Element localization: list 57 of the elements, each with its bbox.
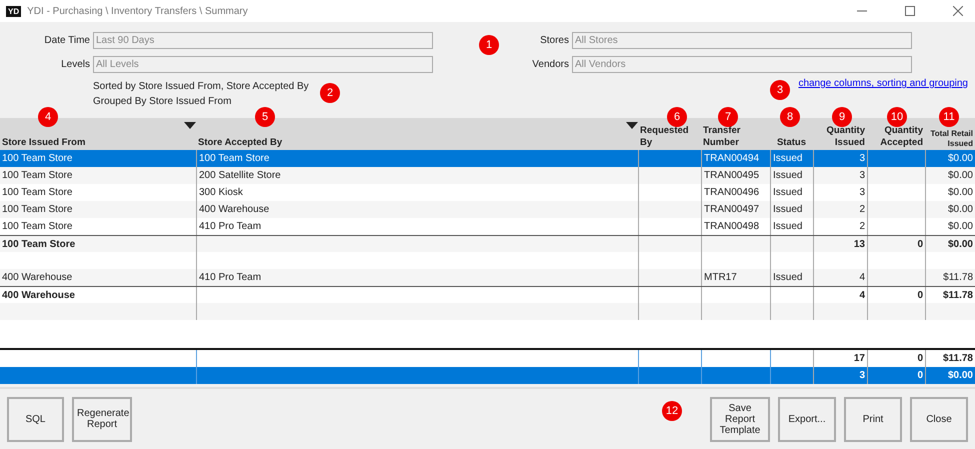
table-row[interactable]: 100 Team Store 100 Team Store TRAN00494 Issued 3 $0.00	[0, 150, 975, 167]
column-header[interactable]: Quantity Accepted	[867, 125, 925, 150]
callout-badge: 3	[770, 80, 790, 100]
table-row[interactable]: 400 Warehouse 410 Pro Team MTR17 Issued 4 $11.78	[0, 269, 975, 286]
callout-badge: 12	[662, 401, 682, 421]
table-cell-text: 100 Team Store	[1, 220, 74, 234]
table-cell-text: 400 Warehouse	[1, 288, 76, 302]
total-cell: $0.00	[925, 367, 975, 384]
table-cell-text: 100 Team Store	[1, 152, 74, 166]
sort-arrow-icon[interactable]	[184, 122, 196, 129]
sort-arrow-icon[interactable]	[626, 122, 638, 129]
table-cell-text: 100 Team Store	[1, 169, 74, 183]
table-cell-text: 400 Warehouse	[1, 271, 74, 285]
callout-badge: 1	[479, 35, 499, 55]
callout-badge: 11	[939, 107, 959, 127]
callout-badge: 9	[832, 107, 852, 127]
callout-badge: 7	[718, 107, 738, 127]
table-row[interactable]: 100 Team Store 400 Warehouse TRAN00497 Issued 2 $0.00	[0, 201, 975, 218]
callout-badge: 5	[255, 107, 275, 127]
toolbar-button[interactable]: Close	[910, 396, 968, 442]
column-header[interactable]: Status	[770, 137, 813, 150]
column-header[interactable]: Requested By	[638, 125, 701, 150]
callout-badge: 4	[38, 107, 58, 127]
column-header[interactable]: Total Retail Issued	[925, 129, 975, 150]
totals-row[interactable]: 17 0 $11.78	[0, 350, 975, 367]
toolbar-button[interactable]: Regenerate Report	[72, 396, 132, 442]
callout-badge: 10	[887, 107, 907, 127]
filter-label: Stores	[539, 35, 569, 46]
maximize-icon[interactable]	[905, 6, 915, 16]
window-title: YDI - Purchasing \ Inventory Transfers \ Summary	[27, 6, 249, 16]
toolbar-button[interactable]: Save Report Template	[710, 396, 770, 442]
callout-badge: 6	[667, 107, 687, 127]
total-cell: 3	[813, 367, 867, 384]
filter-label: Date Time	[43, 35, 90, 46]
filter-label: Levels	[60, 59, 90, 70]
table-cell-text: 100 Team Store	[1, 186, 74, 200]
toolbar-button[interactable]: Export...	[778, 396, 836, 442]
options-link[interactable]: change columns, sorting and grouping	[798, 78, 968, 89]
total-cell: 0	[867, 367, 925, 384]
callout-badge: 8	[780, 107, 800, 127]
table-cell-text: 100 Team Store	[1, 238, 76, 252]
totals-row[interactable]: 3 0 $0.00	[0, 367, 975, 384]
column-header[interactable]: Quantity Issued	[813, 125, 867, 150]
table-row[interactable]: 100 Team Store 300 Kiosk TRAN00496 Issued 3 $0.00	[0, 184, 975, 201]
toolbar-button[interactable]: Print	[844, 396, 902, 442]
table-row[interactable]: 100 Team Store 13 0 $0.00	[0, 235, 975, 252]
column-header[interactable]: Transfer Number	[701, 125, 770, 150]
sort-description: Grouped By Store Issued From	[93, 96, 232, 107]
app-logo: YD	[6, 6, 22, 16]
table-cell-text: 100 Team Store	[1, 203, 74, 217]
table-row[interactable]: 100 Team Store 410 Pro Team TRAN00498 Issued 2 $0.00	[0, 218, 975, 235]
callout-badge: 2	[320, 83, 340, 103]
filter-label: Vendors	[531, 59, 569, 70]
toolbar-button[interactable]: SQL	[7, 396, 64, 442]
table-row[interactable]: 400 Warehouse 4 0 $11.78	[0, 286, 975, 303]
close-icon[interactable]	[953, 6, 963, 16]
table-row[interactable]: 100 Team Store 200 Satellite Store TRAN00495 Issued 3 $0.00	[0, 167, 975, 184]
